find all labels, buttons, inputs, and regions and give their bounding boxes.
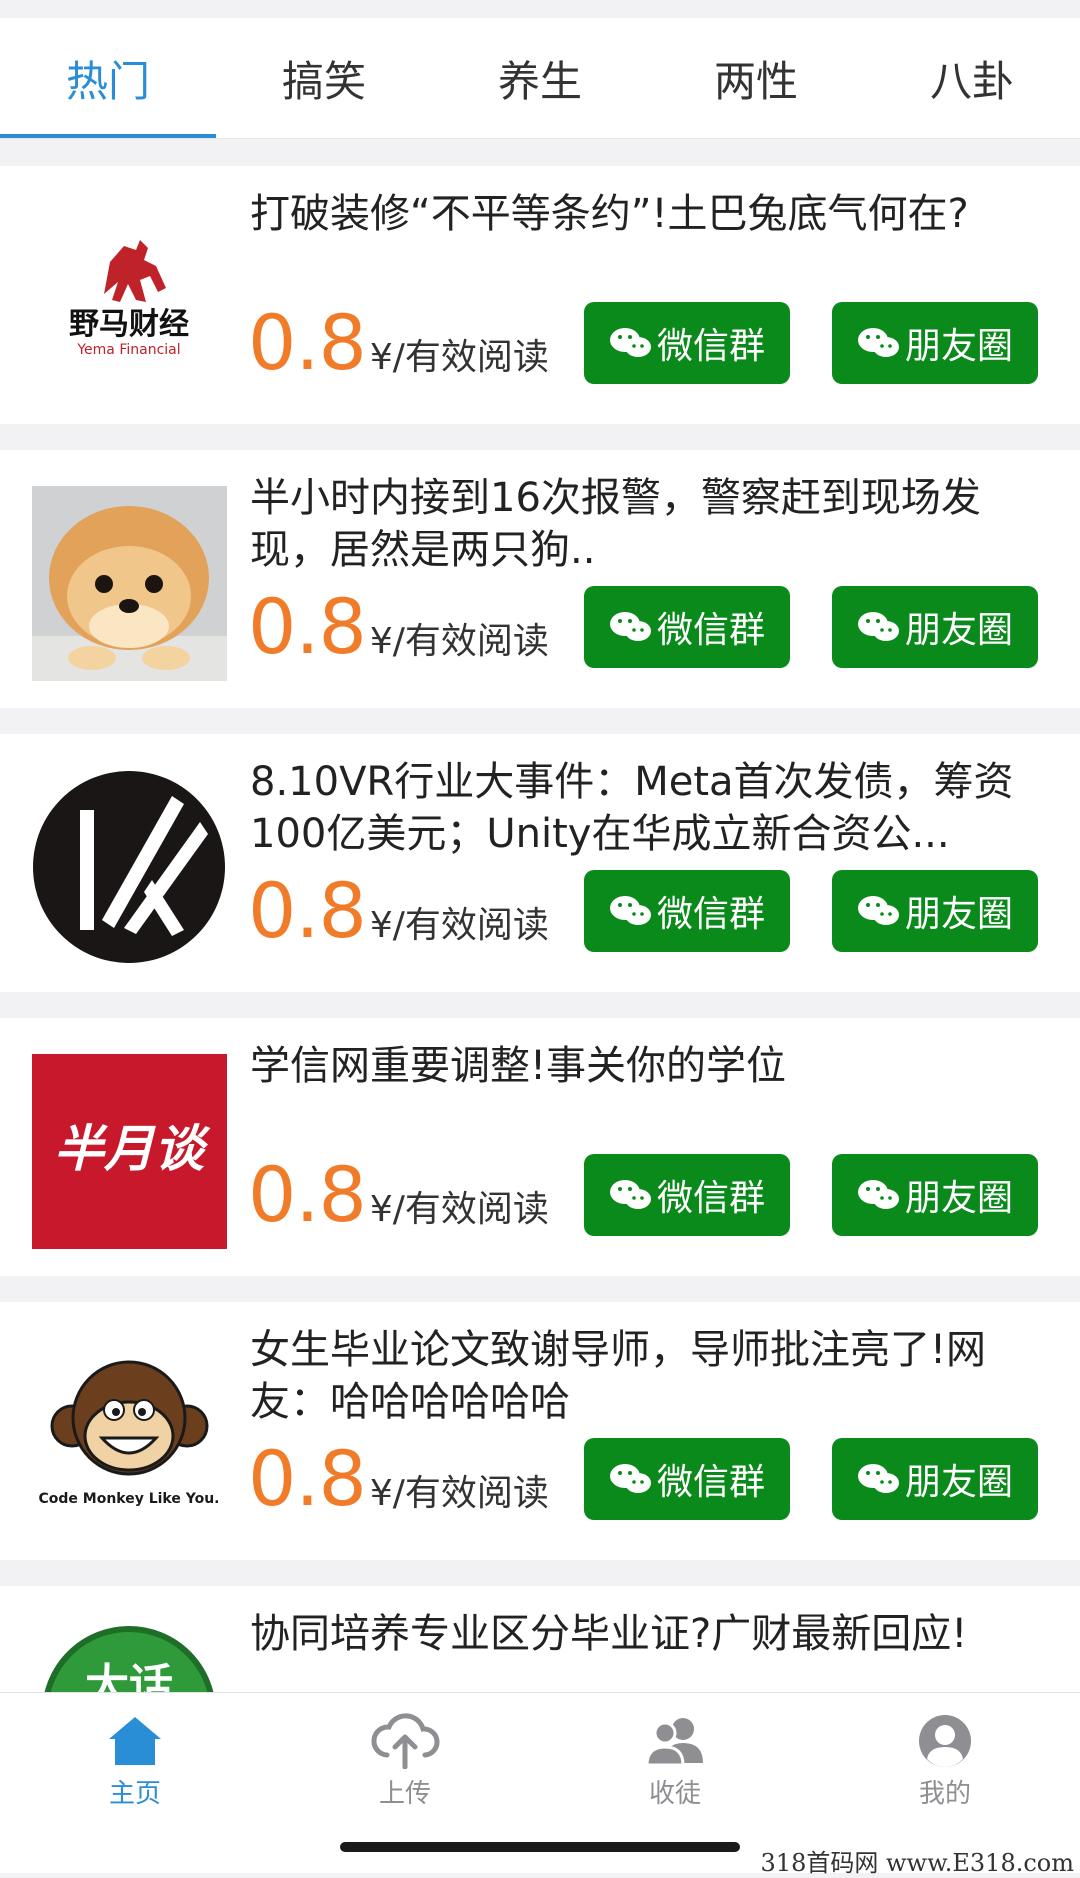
nav-label: 收徒: [648, 1779, 701, 1809]
tab-health[interactable]: 养生: [432, 18, 648, 138]
wechat-icon: [609, 1464, 651, 1493]
share-moments-button[interactable]: 朋友圈: [832, 586, 1038, 668]
article-card[interactable]: 8.10VR行业大事件：Meta首次发债，筹资100亿美元；Unity在华成立新…: [0, 734, 1080, 992]
nav-apprentice[interactable]: 收徒: [540, 1713, 810, 1823]
yema-financial-logo: 野马财经 Yema Financial: [32, 202, 227, 397]
article-title[interactable]: 学信网重要调整!事关你的学位: [250, 1040, 1060, 1092]
vk-circle-logo: [32, 770, 227, 965]
button-label: 微信群: [656, 610, 765, 651]
home-icon: [109, 1717, 161, 1765]
share-wechat-group-button[interactable]: 微信群: [584, 1438, 790, 1520]
wechat-icon: [857, 1180, 899, 1209]
reward-price: 0.8 ¥/有效阅读: [248, 866, 549, 956]
nav-profile[interactable]: 我的: [810, 1713, 1080, 1823]
svg-text:野马财经: 野马财经: [69, 307, 189, 342]
svg-text:大话: 大话: [85, 1660, 173, 1692]
banyuetan-logo: 半月谈: [32, 1054, 227, 1249]
nav-label: 主页: [108, 1779, 161, 1809]
user-icon: [919, 1715, 971, 1767]
reward-price: 0.8 ¥/有效阅读: [248, 1434, 549, 1524]
article-card[interactable]: 野马财经 Yema Financial 打破装修“不平等条约”!土巴兔底气何在?…: [0, 166, 1080, 424]
article-thumbnail: [32, 770, 227, 965]
button-label: 朋友圈: [904, 1462, 1013, 1503]
article-thumbnail: [32, 486, 227, 681]
wechat-icon: [609, 896, 651, 925]
article-card[interactable]: 半小时内接到16次报警，警察赶到现场发现，居然是两只狗.. 0.8 ¥/有效阅读…: [0, 450, 1080, 708]
cloud-upload-icon: [371, 1713, 440, 1769]
share-moments-button[interactable]: 朋友圈: [832, 870, 1038, 952]
svg-text:Yema Financial: Yema Financial: [76, 342, 180, 358]
wechat-icon: [857, 1464, 899, 1493]
button-label: 微信群: [656, 1462, 765, 1503]
home-indicator: [340, 1842, 740, 1852]
reward-price: 0.8 ¥/有效阅读: [248, 1150, 549, 1240]
svg-text:半月谈: 半月谈: [54, 1120, 211, 1178]
wechat-icon: [857, 896, 899, 925]
share-wechat-group-button[interactable]: 微信群: [584, 870, 790, 952]
wechat-icon: [609, 328, 651, 357]
tab-hot[interactable]: 热门: [0, 18, 216, 138]
price-value: 0.8: [248, 298, 367, 387]
tab-relationship[interactable]: 两性: [648, 18, 864, 138]
share-wechat-group-button[interactable]: 微信群: [584, 1154, 790, 1236]
button-label: 朋友圈: [904, 326, 1013, 367]
share-moments-button[interactable]: 朋友圈: [832, 302, 1038, 384]
article-card[interactable]: 半月谈 学信网重要调整!事关你的学位 0.8 ¥/有效阅读 微信群 朋友圈: [0, 1018, 1080, 1276]
article-thumbnail: 野马财经 Yema Financial: [32, 202, 227, 397]
price-value: 0.8: [248, 582, 367, 671]
article-thumbnail: 半月谈: [32, 1054, 227, 1249]
wechat-icon: [857, 328, 899, 357]
code-monkey-logo: Code Monkey Like You.: [32, 1338, 227, 1533]
button-label: 朋友圈: [904, 610, 1013, 651]
share-moments-button[interactable]: 朋友圈: [832, 1438, 1038, 1520]
pomeranian-dog-photo: [32, 486, 227, 681]
article-title[interactable]: 打破装修“不平等条约”!土巴兔底气何在?: [250, 188, 1060, 240]
button-label: 微信群: [656, 326, 765, 367]
tab-funny[interactable]: 搞笑: [216, 18, 432, 138]
tab-gossip[interactable]: 八卦: [864, 18, 1080, 138]
button-label: 朋友圈: [904, 894, 1013, 935]
article-title[interactable]: 女生毕业论文致谢导师，导师批注亮了!网友：哈哈哈哈哈哈: [250, 1324, 1060, 1428]
wechat-icon: [857, 612, 899, 641]
article-card[interactable]: 大话 协同培养专业区分毕业证?广财最新回应!: [0, 1586, 1080, 1692]
share-wechat-group-button[interactable]: 微信群: [584, 302, 790, 384]
price-value: 0.8: [248, 1150, 367, 1239]
nav-label: 上传: [378, 1779, 431, 1809]
button-label: 微信群: [656, 1178, 765, 1219]
watermark: 318首码网 www.E318.com: [760, 1849, 1074, 1877]
button-label: 微信群: [656, 894, 765, 935]
nav-home[interactable]: 主页: [0, 1713, 270, 1823]
share-wechat-group-button[interactable]: 微信群: [584, 586, 790, 668]
svg-text:Code Monkey Like You.: Code Monkey Like You.: [38, 1491, 219, 1507]
nav-upload[interactable]: 上传: [270, 1713, 540, 1823]
article-thumbnail: 大话: [32, 1616, 227, 1692]
wechat-icon: [609, 612, 651, 641]
share-moments-button[interactable]: 朋友圈: [832, 1154, 1038, 1236]
price-value: 0.8: [248, 1434, 367, 1523]
nav-label: 我的: [918, 1779, 971, 1809]
article-title[interactable]: 协同培养专业区分毕业证?广财最新回应!: [250, 1608, 1060, 1660]
article-title[interactable]: 半小时内接到16次报警，警察赶到现场发现，居然是两只狗..: [250, 472, 1060, 576]
article-card[interactable]: Code Monkey Like You. 女生毕业论文致谢导师，导师批注亮了!…: [0, 1302, 1080, 1560]
active-tab-indicator: [0, 134, 216, 138]
price-unit: ¥/有效阅读: [369, 1473, 549, 1514]
button-label: 朋友圈: [904, 1178, 1013, 1219]
category-tabs: 热门 搞笑 养生 两性 八卦: [0, 18, 1080, 139]
reward-price: 0.8 ¥/有效阅读: [248, 582, 549, 672]
price-value: 0.8: [248, 866, 367, 955]
green-circle-logo: 大话: [32, 1616, 227, 1692]
price-unit: ¥/有效阅读: [369, 1189, 549, 1230]
price-unit: ¥/有效阅读: [369, 337, 549, 378]
article-thumbnail: Code Monkey Like You.: [32, 1338, 227, 1533]
wechat-icon: [609, 1180, 651, 1209]
users-icon: [645, 1718, 703, 1767]
price-unit: ¥/有效阅读: [369, 621, 549, 662]
price-unit: ¥/有效阅读: [369, 905, 549, 946]
reward-price: 0.8 ¥/有效阅读: [248, 298, 549, 388]
article-title[interactable]: 8.10VR行业大事件：Meta首次发债，筹资100亿美元；Unity在华成立新…: [250, 756, 1060, 860]
